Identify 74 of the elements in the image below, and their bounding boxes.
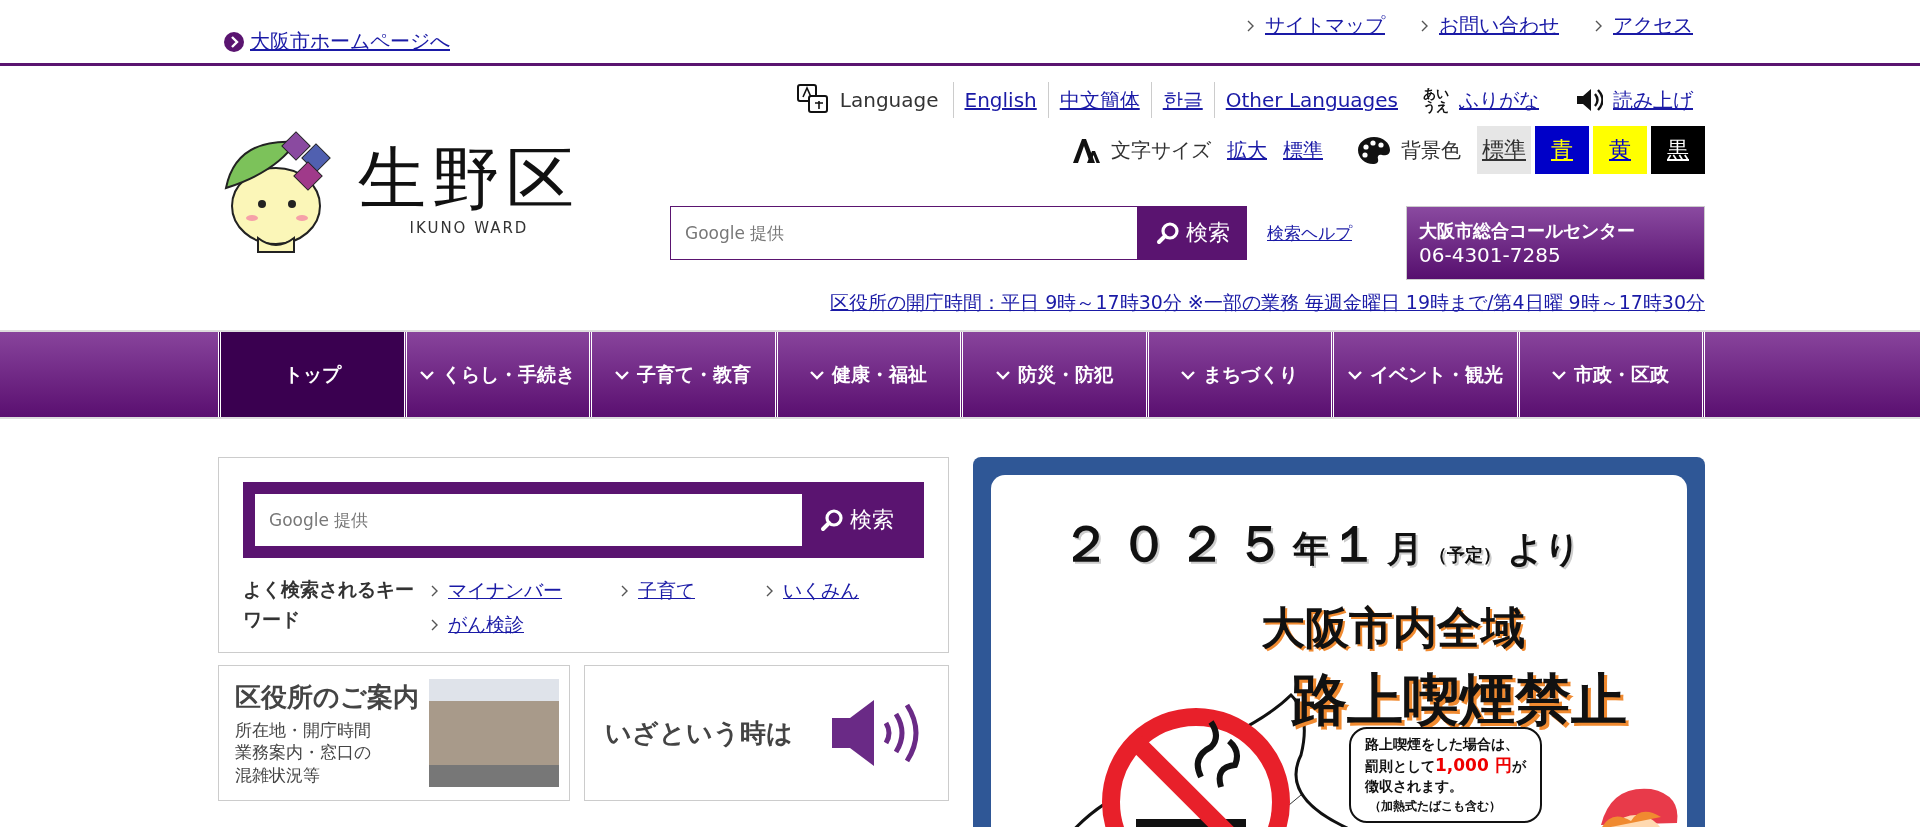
nav-tab[interactable]: 子育て・教育: [589, 332, 775, 417]
chevron-down-icon: [420, 369, 435, 380]
furigana-link[interactable]: ふりがな: [1459, 86, 1539, 114]
keyword-link[interactable]: いくみん: [783, 578, 859, 604]
chevron-down-icon: [1347, 369, 1362, 380]
top-link[interactable]: アクセス: [1613, 12, 1693, 39]
banner-date-text: より: [1506, 527, 1581, 571]
keywords-label: よく検索されるキーワード: [243, 577, 415, 633]
banner-date-text: ２０２５: [1060, 514, 1293, 575]
card-title: いざという時は: [605, 716, 794, 750]
top-link[interactable]: サイトマップ: [1265, 12, 1385, 39]
read-aloud-link[interactable]: 読み上げ: [1613, 86, 1693, 114]
furigana-icon: あい うえ: [1423, 87, 1449, 113]
nav-tab[interactable]: くらし・手続き: [403, 332, 589, 417]
nav-tab[interactable]: 防災・防犯: [960, 332, 1146, 417]
chevron-right-icon: [431, 585, 439, 597]
background-color-label: 背景色: [1401, 136, 1461, 164]
banner-date-text: （予定）: [1428, 543, 1501, 567]
chevron-right-icon: [1595, 19, 1603, 32]
search-help-link[interactable]: 検索ヘルプ: [1267, 221, 1352, 245]
nav-tab[interactable]: トップ: [218, 332, 404, 417]
background-color-button[interactable]: 標準: [1477, 126, 1531, 174]
home-link[interactable]: 大阪市ホームページへ: [224, 28, 450, 55]
chevron-circle-icon: [224, 31, 244, 52]
keyword-link[interactable]: マイナンバー: [448, 578, 562, 604]
language-link[interactable]: Other Languages: [1214, 88, 1409, 112]
nav-tab[interactable]: 健康・福祉: [774, 332, 960, 417]
speech-bubble-text: 路上喫煙をした場合は、 罰則として 1,000 円が 徴収されます。 （加熱式たばこも含む）: [1348, 727, 1542, 823]
chevron-down-icon: [615, 369, 630, 380]
card-description: 所在地・開庁時間 業務案内・窓口の 混雑状況等: [235, 719, 372, 786]
keyword-link[interactable]: がん検診: [448, 612, 524, 638]
search-button[interactable]: 検索: [1138, 206, 1247, 260]
logo-subtitle: IKUNO WARD: [409, 219, 529, 237]
office-hours-link[interactable]: 区役所の開庁時間：平日 9時～17時30分 ※一部の業務 毎週金曜日 19時まで/第4日曜 9時～17時30分: [830, 290, 1705, 316]
keyword-link[interactable]: 子育て: [638, 578, 695, 604]
call-center-banner[interactable]: 大阪市総合コールセンター 06-4301-7285: [1406, 206, 1705, 280]
chevron-down-icon: [1552, 369, 1567, 380]
chevron-right-icon: [766, 585, 774, 597]
smoking-ban-banner[interactable]: ２０２５ 年 １ 月 （予定） より 大阪市内全域 路上喫煙禁止 路上喫煙をした場合は、 罰則として 1,000 円が 徴収されます。 （加熱式たばこも含む）: [972, 457, 1705, 827]
banner-date-text: 年: [1292, 527, 1329, 571]
language-link[interactable]: 한글: [1151, 86, 1214, 114]
background-color-button[interactable]: 黄: [1593, 126, 1647, 174]
text-size-label: 文字サイズ: [1111, 136, 1211, 164]
top-link[interactable]: お問い合わせ: [1439, 12, 1559, 39]
language-label: Language: [839, 88, 939, 112]
background-color-button[interactable]: 青: [1535, 126, 1589, 174]
language-link[interactable]: 中文簡体: [1048, 86, 1151, 114]
background-color-button[interactable]: 黒: [1651, 126, 1705, 174]
chevron-down-icon: [1181, 369, 1196, 380]
palette-icon: [1357, 135, 1391, 165]
nav-tab[interactable]: 市政・区政: [1516, 332, 1705, 417]
speaker-icon: [1575, 86, 1603, 114]
chevron-right-icon: [1247, 19, 1255, 32]
nav-tab[interactable]: イベント・観光: [1331, 332, 1517, 417]
text-size-link[interactable]: 拡大: [1227, 136, 1267, 164]
chevron-right-icon: [1421, 19, 1429, 32]
banner-date-text: 月: [1386, 527, 1423, 571]
chevron-down-icon: [995, 369, 1010, 380]
logo-title: 生野区: [358, 145, 580, 213]
text-size-link[interactable]: 標準: [1283, 136, 1323, 164]
emergency-card[interactable]: いざという時は: [584, 665, 949, 801]
search-field[interactable]: Google 提供: [670, 206, 1138, 260]
search-icon: [1155, 221, 1180, 245]
site-search-field[interactable]: Google 提供: [255, 494, 802, 546]
office-info-card[interactable]: 区役所のご案内 所在地・開庁時間 業務案内・窓口の 混雑状況等: [218, 665, 571, 801]
banner-date-text: １: [1328, 514, 1387, 575]
chevron-right-icon: [431, 619, 439, 631]
nav-tab[interactable]: まちづくり: [1145, 332, 1331, 417]
chevron-right-icon: [621, 585, 629, 597]
banner-area-text: 大阪市内全域: [1260, 601, 1525, 655]
chevron-down-icon: [810, 369, 825, 380]
language-link[interactable]: English: [953, 88, 1048, 112]
card-title: 区役所のご案内: [235, 681, 420, 715]
search-icon: [819, 508, 844, 532]
